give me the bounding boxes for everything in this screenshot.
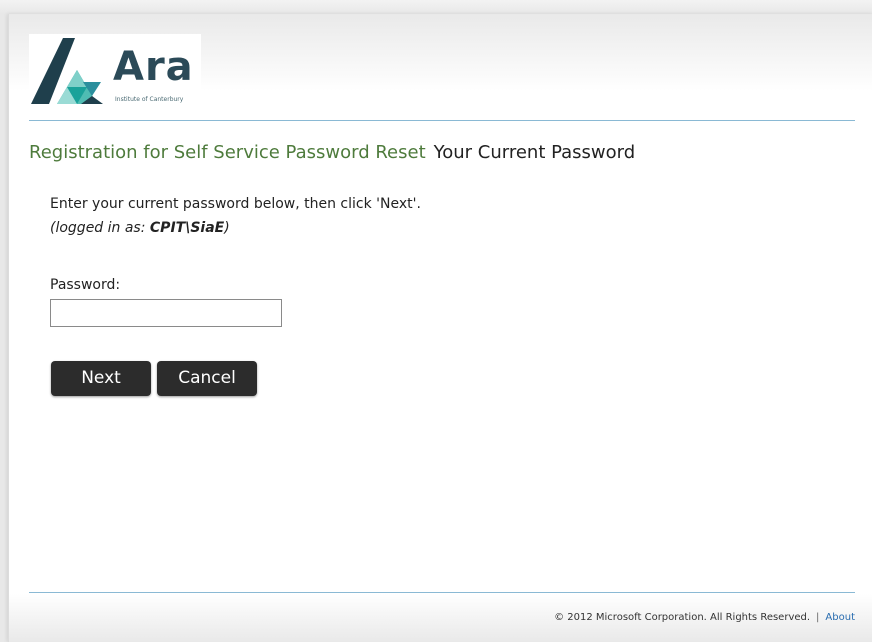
bottom-divider <box>29 592 855 593</box>
instruction-text: Enter your current password below, then … <box>50 196 421 212</box>
main-panel: Ara Institute of Canterbury Registration… <box>8 14 872 642</box>
page: Ara Institute of Canterbury Registration… <box>0 0 872 642</box>
page-subtitle: Your Current Password <box>433 142 636 163</box>
logged-in-info: (logged in as: CPIT\SiaE) <box>50 216 421 240</box>
top-divider <box>29 120 855 121</box>
page-heading: Registration for Self Service Password R… <box>29 142 635 163</box>
ara-logo-icon <box>31 38 103 104</box>
logo-wordmark: Ara <box>113 44 194 90</box>
logged-in-prefix: (logged in as: <box>50 220 150 236</box>
logged-in-user: CPIT\SiaE <box>149 220 225 236</box>
logo-subtitle: Institute of Canterbury <box>115 96 184 103</box>
copyright-text: © 2012 Microsoft Corporation. All Rights… <box>554 612 811 623</box>
footer-text: © 2012 Microsoft Corporation. All Rights… <box>554 612 855 623</box>
cancel-button[interactable]: Cancel <box>157 361 257 396</box>
page-title: Registration for Self Service Password R… <box>29 142 426 163</box>
ara-logo: Ara Institute of Canterbury <box>29 34 201 112</box>
footer-separator: | <box>816 612 820 623</box>
password-label: Password: <box>50 277 121 293</box>
next-button[interactable]: Next <box>51 361 151 396</box>
footer: © 2012 Microsoft Corporation. All Rights… <box>9 594 872 642</box>
logged-in-suffix: ) <box>224 220 230 236</box>
instructions: Enter your current password below, then … <box>50 192 421 240</box>
about-link[interactable]: About <box>825 612 855 623</box>
password-input[interactable] <box>50 299 282 327</box>
